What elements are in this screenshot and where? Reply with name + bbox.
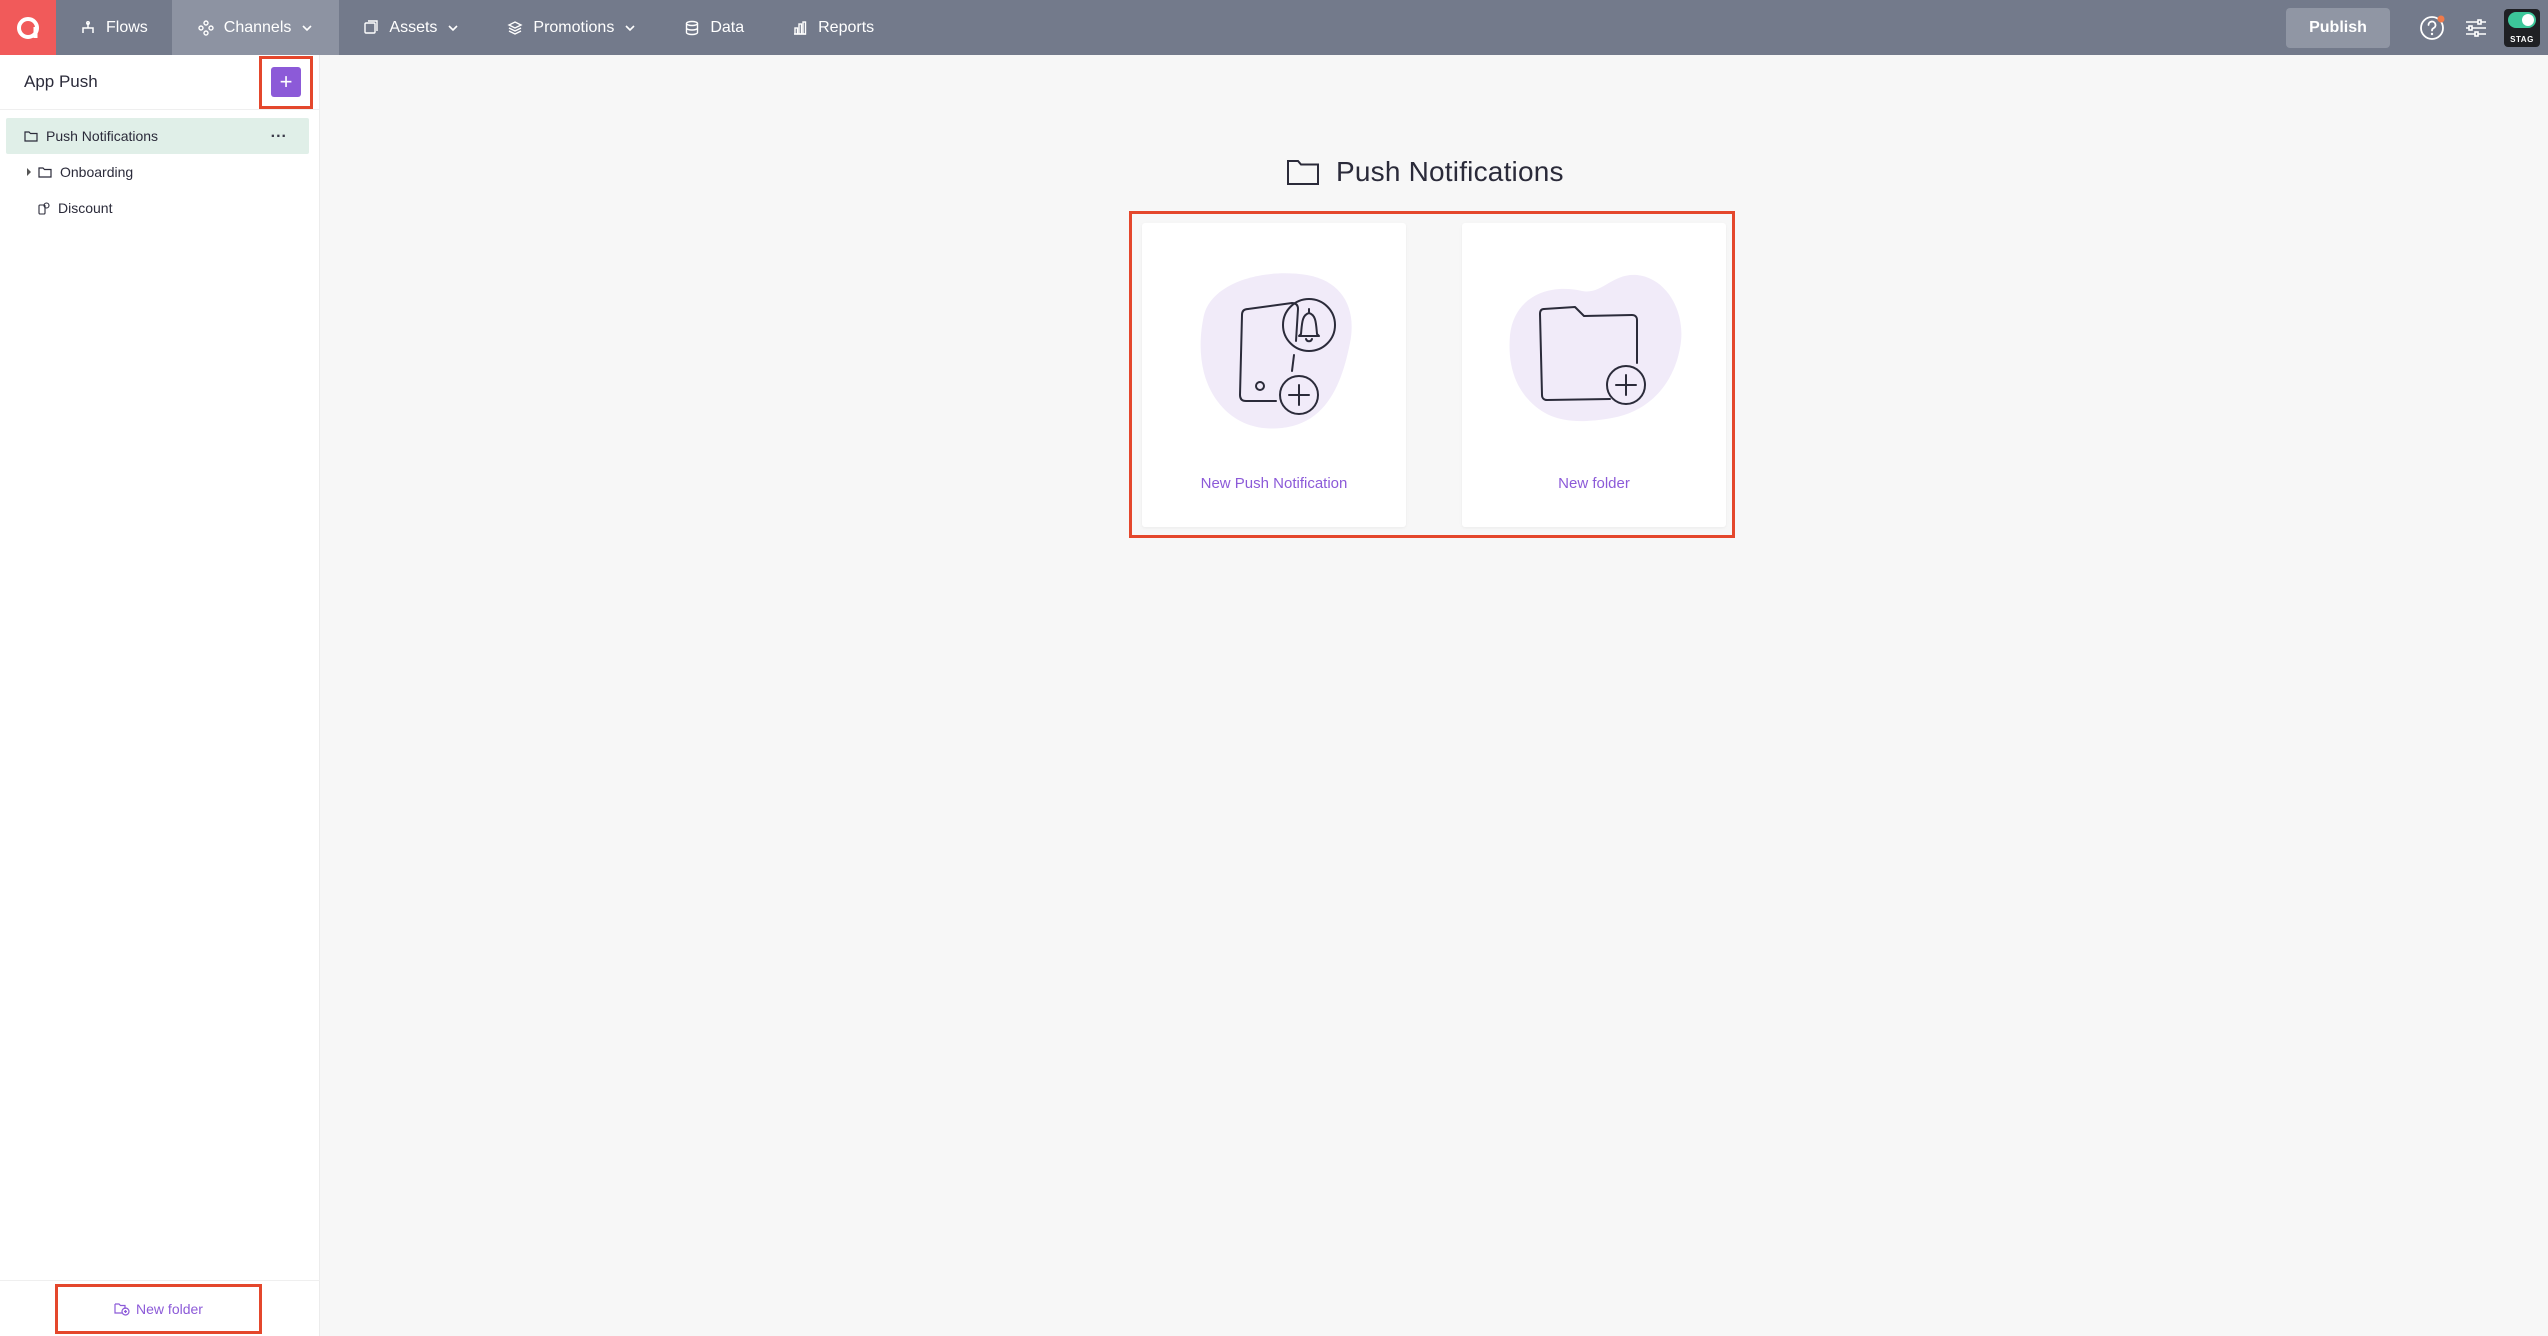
nav-item-label: Data bbox=[710, 18, 745, 36]
folder-icon bbox=[38, 166, 52, 178]
nav-item-assets[interactable]: Assets bbox=[339, 0, 483, 55]
nav-item-data[interactable]: Data bbox=[660, 0, 768, 55]
caret-right-icon[interactable] bbox=[26, 168, 32, 176]
new-folder-card[interactable]: New folder bbox=[1462, 223, 1726, 527]
add-button[interactable]: + bbox=[271, 67, 301, 97]
sidebar-footer: New folder bbox=[0, 1280, 320, 1336]
new-folder-icon bbox=[114, 1303, 130, 1316]
help-icon bbox=[2420, 15, 2445, 40]
nav-item-label: Flows bbox=[106, 18, 148, 36]
sidebar-title: App Push bbox=[24, 72, 98, 91]
tree-item-discount[interactable]: Discount bbox=[6, 190, 309, 226]
sidebar-header: App Push + bbox=[0, 55, 319, 110]
channels-icon bbox=[198, 19, 214, 36]
folder-icon bbox=[1287, 160, 1319, 185]
folder-tree: Push Notifications ... Onboarding Discou… bbox=[0, 110, 319, 226]
sidebar-new-folder-button[interactable]: New folder bbox=[55, 1284, 262, 1334]
nav-item-flows[interactable]: Flows bbox=[56, 0, 172, 55]
sliders-icon bbox=[2466, 18, 2486, 37]
chevron-down-icon bbox=[302, 24, 312, 31]
assets-icon bbox=[364, 19, 379, 34]
flows-icon bbox=[82, 20, 94, 33]
environment-label: STAG bbox=[2510, 34, 2534, 44]
nav-item-promotions[interactable]: Promotions bbox=[483, 0, 660, 55]
push-notification-icon bbox=[38, 201, 50, 215]
cards-highlight: New Push Notification New folder bbox=[1129, 211, 1735, 538]
top-nav-bar: Flows Channels Assets Promotions Data Re… bbox=[0, 0, 2548, 55]
promotions-icon bbox=[507, 20, 523, 35]
settings-sliders-button[interactable] bbox=[2454, 0, 2498, 55]
folder-icon bbox=[24, 130, 38, 142]
new-folder-illustration bbox=[1509, 274, 1682, 422]
help-button[interactable] bbox=[2410, 0, 2454, 55]
card-label: New folder bbox=[1558, 475, 1630, 492]
tree-item-push-notifications[interactable]: Push Notifications ... bbox=[6, 118, 309, 154]
new-push-notification-illustration bbox=[1200, 273, 1352, 429]
page-title-row: Push Notifications bbox=[1286, 156, 1564, 188]
app-logo[interactable] bbox=[0, 0, 56, 55]
nav-item-label: Assets bbox=[389, 18, 438, 36]
tree-item-label: Push Notifications bbox=[46, 128, 159, 144]
sidebar: App Push + Push Notifications ... Onboar… bbox=[0, 55, 320, 1336]
topbar-actions: Publish STAG bbox=[2286, 0, 2548, 55]
environment-toggle[interactable]: STAG bbox=[2504, 8, 2540, 47]
bar-chart-icon bbox=[794, 20, 807, 35]
nav-item-channels[interactable]: Channels bbox=[171, 0, 340, 55]
nav-item-reports[interactable]: Reports bbox=[768, 0, 898, 55]
page-title: Push Notifications bbox=[1336, 156, 1564, 187]
chevron-down-icon bbox=[448, 24, 458, 31]
tree-item-label: Discount bbox=[58, 200, 113, 216]
more-options-button[interactable]: ... bbox=[271, 125, 287, 141]
new-push-notification-card[interactable]: New Push Notification bbox=[1142, 223, 1406, 527]
new-folder-label: New folder bbox=[136, 1301, 203, 1317]
nav-item-label: Promotions bbox=[533, 18, 615, 36]
environment-toggle-switch bbox=[2508, 11, 2536, 28]
add-button-highlight: + bbox=[259, 55, 313, 109]
card-label: New Push Notification bbox=[1200, 475, 1348, 492]
nav-item-label: Channels bbox=[223, 18, 292, 36]
tree-item-label: Onboarding bbox=[60, 164, 134, 180]
publish-button[interactable]: Publish bbox=[2286, 7, 2390, 48]
chevron-down-icon bbox=[625, 24, 635, 31]
tree-item-onboarding[interactable]: Onboarding bbox=[6, 154, 309, 190]
nav-item-label: Reports bbox=[818, 18, 875, 36]
logo-icon bbox=[17, 16, 39, 39]
database-icon bbox=[686, 20, 699, 35]
